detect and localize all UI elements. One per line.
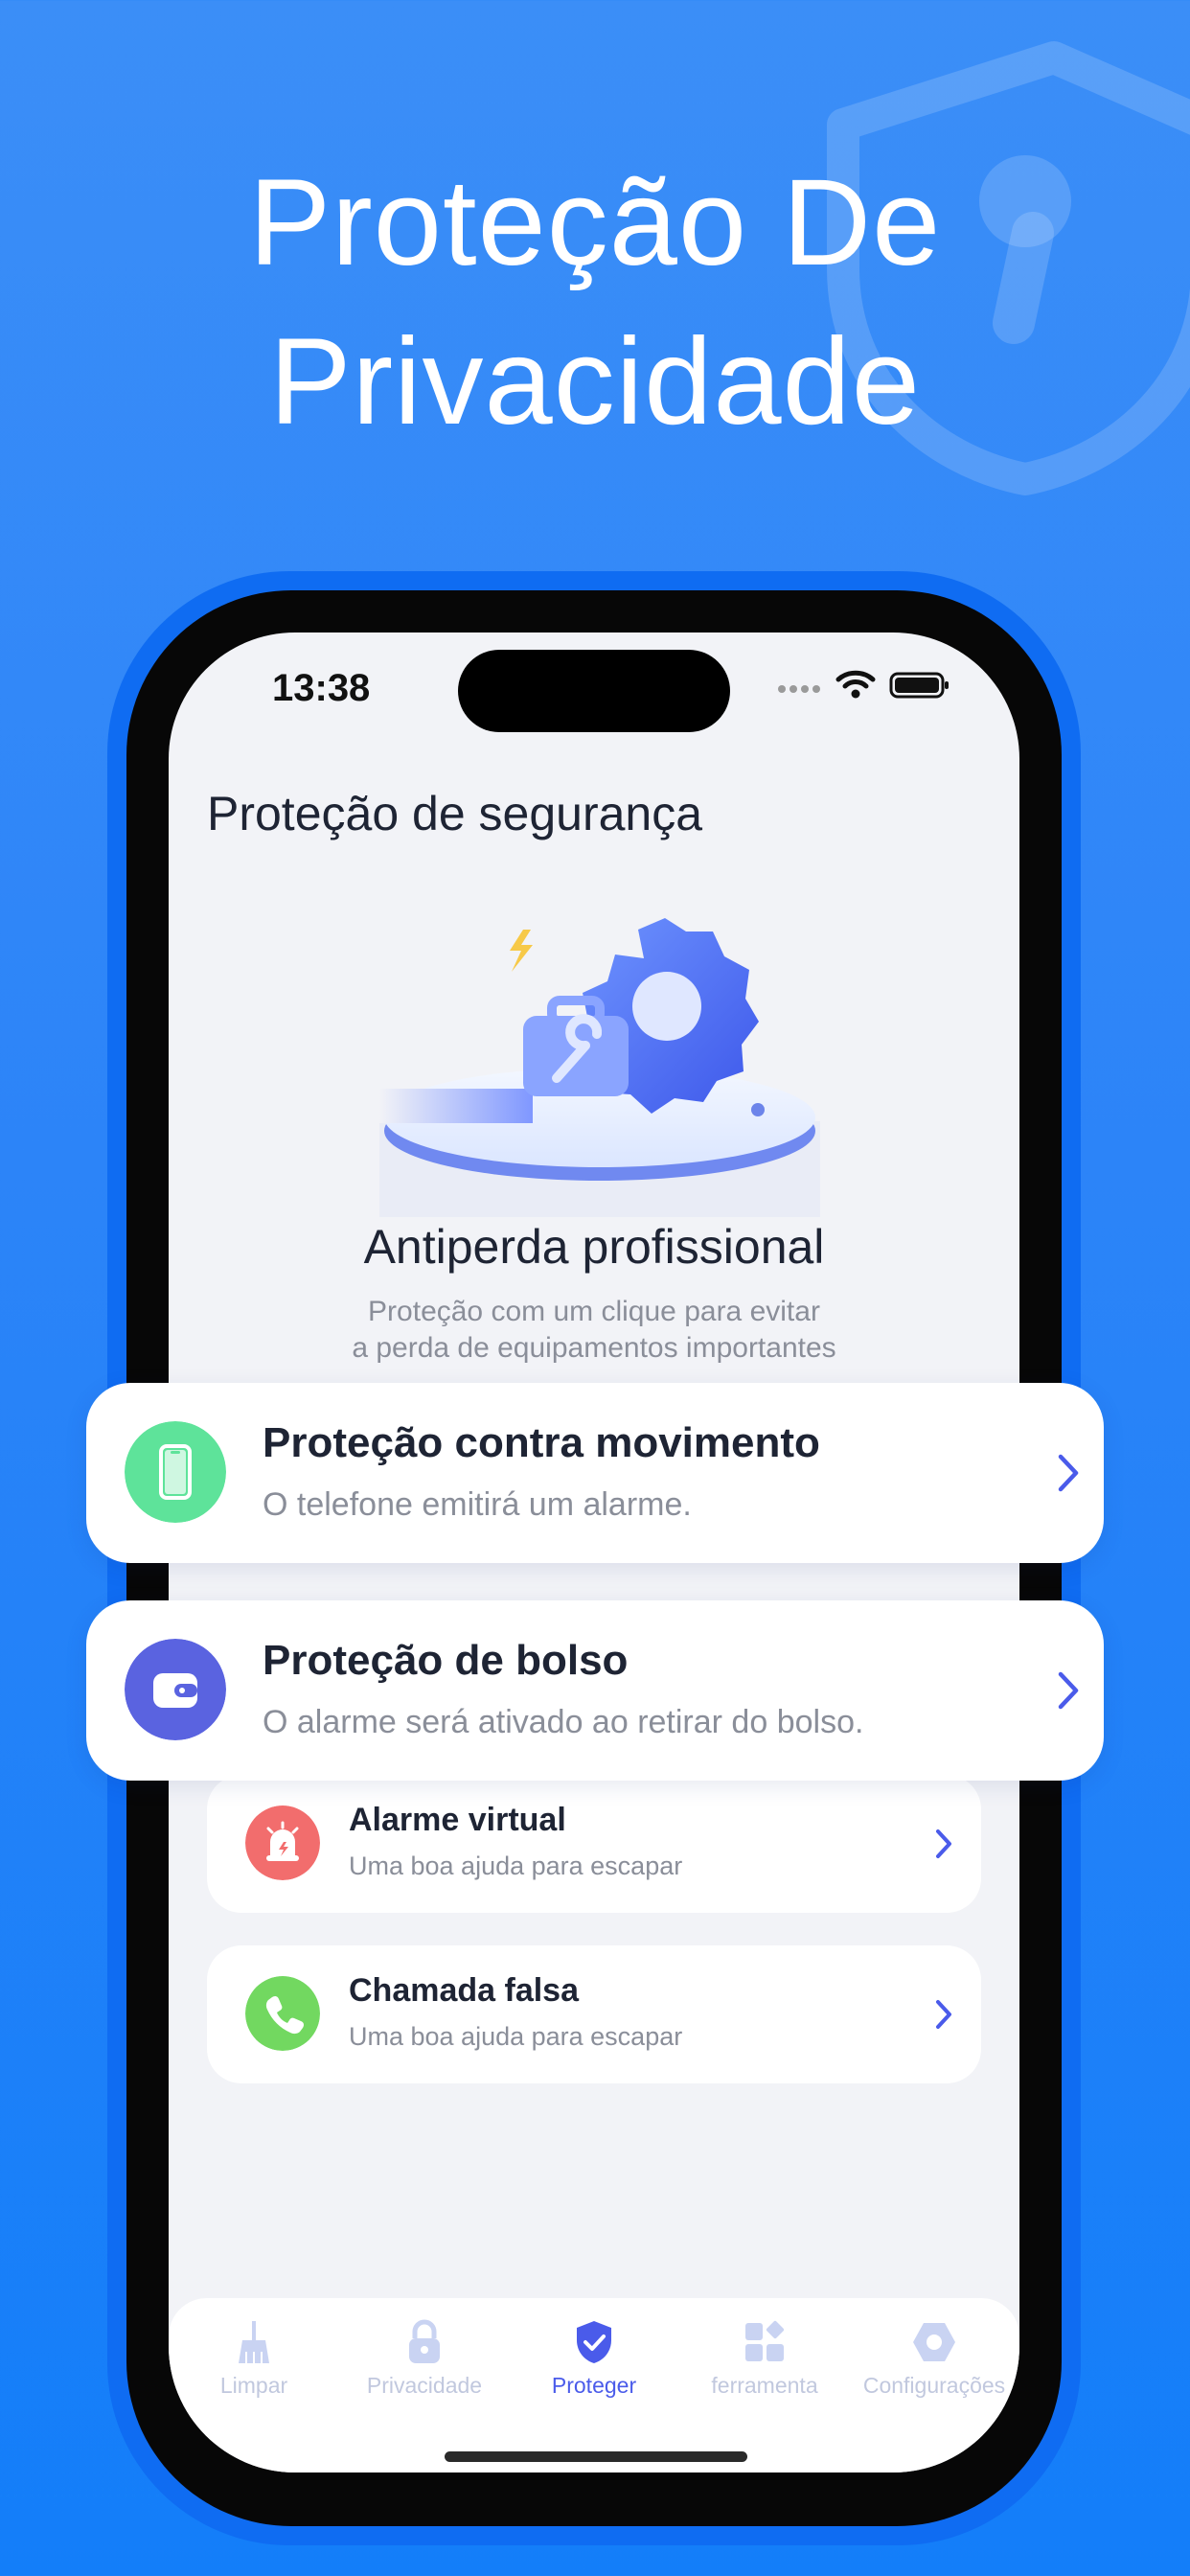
lock-icon: [409, 2319, 440, 2363]
chevron-right-icon: [936, 2000, 951, 2029]
list-item-subtitle: Uma boa ajuda para escapar: [349, 1852, 683, 1880]
card-subtitle: O telefone emitirá um alarme.: [263, 1486, 692, 1523]
shield-check-icon: [577, 2321, 611, 2363]
tab-label: Privacidade: [366, 2373, 483, 2398]
tools-grid-icon: [745, 2320, 785, 2361]
signal-dots-icon: [778, 680, 826, 693]
tab-label: Proteger: [551, 2373, 637, 2398]
hero-title: Proteção De Privacidade: [0, 144, 1190, 462]
tab-ferramenta[interactable]: ferramenta: [679, 2298, 850, 2413]
chevron-right-icon: [1058, 1454, 1079, 1492]
section-desc-line1: Proteção com um clique para evitar: [368, 1296, 820, 1327]
phone-icon: [125, 1421, 226, 1523]
tab-limpar[interactable]: Limpar: [169, 2298, 339, 2413]
settings-hexagon-icon: [913, 2323, 955, 2361]
phone-call-icon: [245, 1976, 320, 2051]
section-desc-line2: a perda de equipamentos importantes: [352, 1332, 836, 1364]
home-indicator: [445, 2451, 747, 2462]
status-time: 13:38: [272, 667, 371, 709]
tab-configuracoes[interactable]: Configurações: [849, 2298, 1019, 2413]
dynamic-island: [458, 650, 730, 732]
hero-title-line1: Proteção De: [248, 154, 942, 291]
list-item-title: Alarme virtual: [349, 1802, 566, 1838]
tab-bar: Limpar Privacidade Proteger ferramenta C…: [169, 2298, 1019, 2472]
tab-label: Limpar: [219, 2373, 288, 2398]
card-protecao-movimento[interactable]: Proteção contra movimento O telefone emi…: [86, 1383, 1104, 1563]
list-item-title: Chamada falsa: [349, 1972, 579, 2009]
card-subtitle: O alarme será ativado ao retirar do bols…: [263, 1704, 864, 1740]
hero-title-line2: Privacidade: [269, 313, 921, 450]
chevron-right-icon: [1058, 1671, 1079, 1710]
tab-label: Configurações: [862, 2373, 1006, 2398]
tab-privacidade[interactable]: Privacidade: [339, 2298, 510, 2413]
list-item-chamada-falsa[interactable]: Chamada falsa Uma boa ajuda para escapar: [207, 1945, 981, 2083]
tab-label: ferramenta: [711, 2373, 818, 2398]
section-description: Proteção com um clique para evitar a per…: [169, 1294, 1019, 1367]
card-title: Proteção contra movimento: [263, 1419, 820, 1466]
battery-icon: [889, 672, 949, 699]
card-protecao-bolso[interactable]: Proteção de bolso O alarme será ativado …: [86, 1600, 1104, 1781]
chevron-right-icon: [936, 1829, 951, 1858]
list-item-alarme-virtual[interactable]: Alarme virtual Uma boa ajuda para escapa…: [207, 1775, 981, 1913]
section-title: Antiperda profissional: [363, 1220, 825, 1274]
wallet-icon: [125, 1639, 226, 1740]
list-item-subtitle: Uma boa ajuda para escapar: [349, 2022, 683, 2051]
siren-icon: [245, 1806, 320, 1880]
card-title: Proteção de bolso: [263, 1637, 629, 1684]
screen-title: Proteção de segurança: [207, 787, 703, 840]
gear-toolbox-illustration: [379, 918, 820, 1217]
broom-icon: [239, 2321, 269, 2363]
wifi-icon: [835, 670, 876, 699]
tab-proteger[interactable]: Proteger: [509, 2298, 679, 2413]
